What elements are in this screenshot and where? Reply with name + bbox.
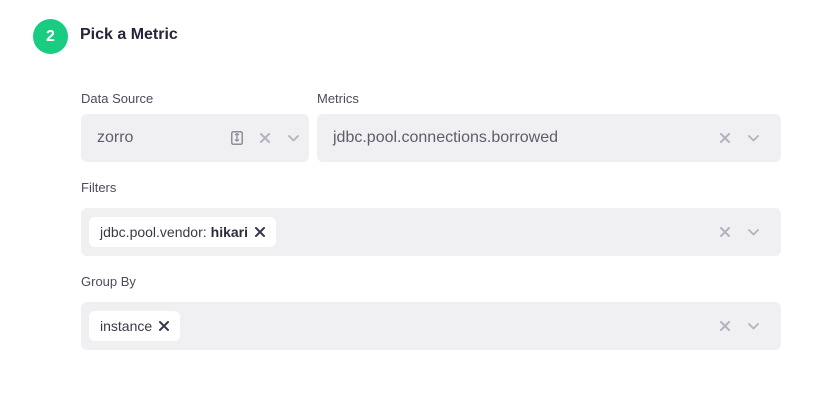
group-by-chip-value: instance — [100, 318, 153, 334]
filters-label: Filters — [81, 180, 117, 195]
group-by-select[interactable]: instance — [81, 302, 781, 350]
group-by-chip: instance — [89, 311, 181, 341]
step-number-badge: 2 — [33, 19, 68, 54]
filter-chip: jdbc.pool.vendor: hikari — [89, 217, 276, 247]
database-icon[interactable] — [223, 114, 251, 162]
clear-icon[interactable] — [251, 114, 279, 162]
chip-remove-icon[interactable] — [255, 227, 265, 237]
chevron-down-icon[interactable] — [739, 208, 767, 256]
clear-icon[interactable] — [711, 208, 739, 256]
data-source-label: Data Source — [81, 91, 154, 106]
clear-icon[interactable] — [711, 302, 739, 350]
metrics-value: jdbc.pool.connections.borrowed — [333, 129, 559, 146]
chevron-down-icon[interactable] — [279, 114, 307, 162]
chevron-down-icon[interactable] — [739, 114, 767, 162]
chip-remove-icon[interactable] — [159, 321, 170, 331]
clear-icon[interactable] — [711, 114, 739, 162]
metrics-select[interactable]: jdbc.pool.connections.borrowed — [317, 114, 781, 162]
chevron-down-icon[interactable] — [739, 302, 767, 350]
filters-select[interactable]: jdbc.pool.vendor: hikari — [81, 208, 781, 256]
filter-chip-key: jdbc.pool.vendor: — [100, 224, 207, 240]
step-title: Pick a Metric — [80, 26, 178, 43]
data-source-value: zorro — [97, 129, 134, 146]
group-by-label: Group By — [81, 274, 136, 289]
data-source-select[interactable]: zorro — [81, 114, 309, 162]
metrics-label: Metrics — [317, 91, 359, 106]
filter-chip-value: hikari — [210, 224, 248, 240]
